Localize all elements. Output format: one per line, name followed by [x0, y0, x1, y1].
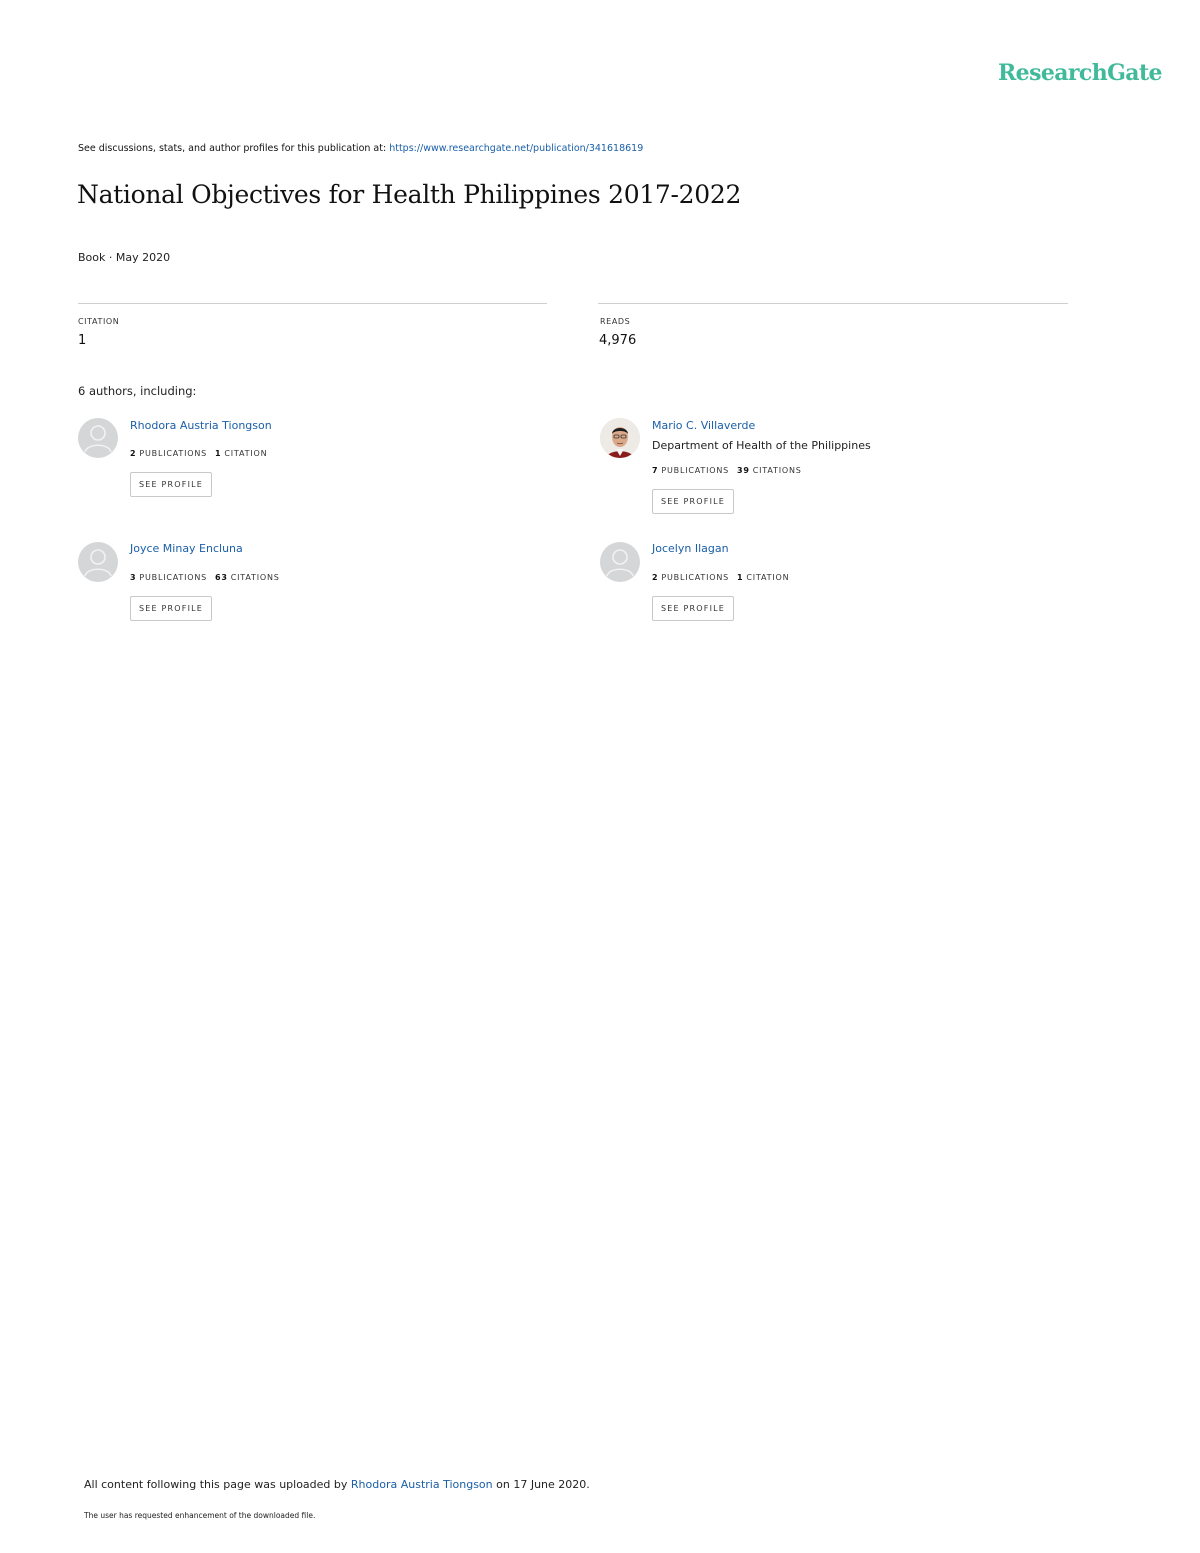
divider-right [598, 303, 1068, 304]
publications-count: 2 [652, 573, 659, 582]
citations-count: 1 [215, 449, 222, 458]
reads-label: READS [600, 317, 631, 326]
researchgate-logo[interactable]: ResearchGate [998, 60, 1163, 86]
author-counts: 3 PUBLICATIONS 63 CITATIONS [130, 573, 280, 582]
footer-suffix: on 17 June 2020. [492, 1478, 590, 1491]
footer-prefix: All content following this page was uplo… [84, 1478, 351, 1491]
citation-value: 1 [78, 333, 87, 348]
page-title: National Objectives for Health Philippin… [77, 180, 742, 209]
citations-count: 39 [737, 466, 750, 475]
author-photo-icon[interactable] [600, 418, 640, 458]
publications-count: 3 [130, 573, 137, 582]
citations-label: CITATION [746, 573, 790, 582]
publications-label: PUBLICATIONS [661, 573, 730, 582]
publications-label: PUBLICATIONS [139, 573, 208, 582]
avatar-placeholder-icon[interactable] [78, 418, 118, 458]
see-discussions-line: See discussions, stats, and author profi… [78, 143, 643, 154]
uploader-link[interactable]: Rhodora Austria Tiongson [351, 1478, 493, 1491]
see-profile-button[interactable]: SEE PROFILE [130, 596, 212, 621]
citations-label: CITATION [224, 449, 268, 458]
author-name-link[interactable]: Mario C. Villaverde [652, 419, 755, 432]
reads-value: 4,976 [599, 333, 637, 348]
enhancement-note: The user has requested enhancement of th… [84, 1511, 316, 1520]
see-profile-button[interactable]: SEE PROFILE [652, 596, 734, 621]
avatar-placeholder-icon[interactable] [600, 542, 640, 582]
author-counts: 2 PUBLICATIONS 1 CITATION [130, 449, 267, 458]
see-profile-button[interactable]: SEE PROFILE [652, 489, 734, 514]
author-name-link[interactable]: Jocelyn Ilagan [652, 542, 729, 555]
author-counts: 7 PUBLICATIONS 39 CITATIONS [652, 466, 802, 475]
authors-heading: 6 authors, including: [78, 384, 197, 398]
citations-label: CITATIONS [752, 466, 802, 475]
publications-label: PUBLICATIONS [661, 466, 730, 475]
author-affiliation: Department of Health of the Philippines [652, 439, 871, 452]
divider-left [78, 303, 547, 304]
citations-count: 63 [215, 573, 228, 582]
publication-meta: Book · May 2020 [78, 251, 171, 264]
author-counts: 2 PUBLICATIONS 1 CITATION [652, 573, 789, 582]
citation-label: CITATION [78, 317, 120, 326]
see-discussions-text: See discussions, stats, and author profi… [78, 143, 390, 154]
author-name-link[interactable]: Joyce Minay Encluna [130, 542, 243, 555]
publication-url-link[interactable]: https://www.researchgate.net/publication… [389, 143, 643, 154]
upload-footer: All content following this page was uplo… [84, 1478, 590, 1491]
publications-count: 2 [130, 449, 137, 458]
citations-count: 1 [737, 573, 744, 582]
publications-count: 7 [652, 466, 659, 475]
publications-label: PUBLICATIONS [139, 449, 208, 458]
author-name-link[interactable]: Rhodora Austria Tiongson [130, 419, 272, 432]
see-profile-button[interactable]: SEE PROFILE [130, 472, 212, 497]
avatar-placeholder-icon[interactable] [78, 542, 118, 582]
citations-label: CITATIONS [230, 573, 280, 582]
